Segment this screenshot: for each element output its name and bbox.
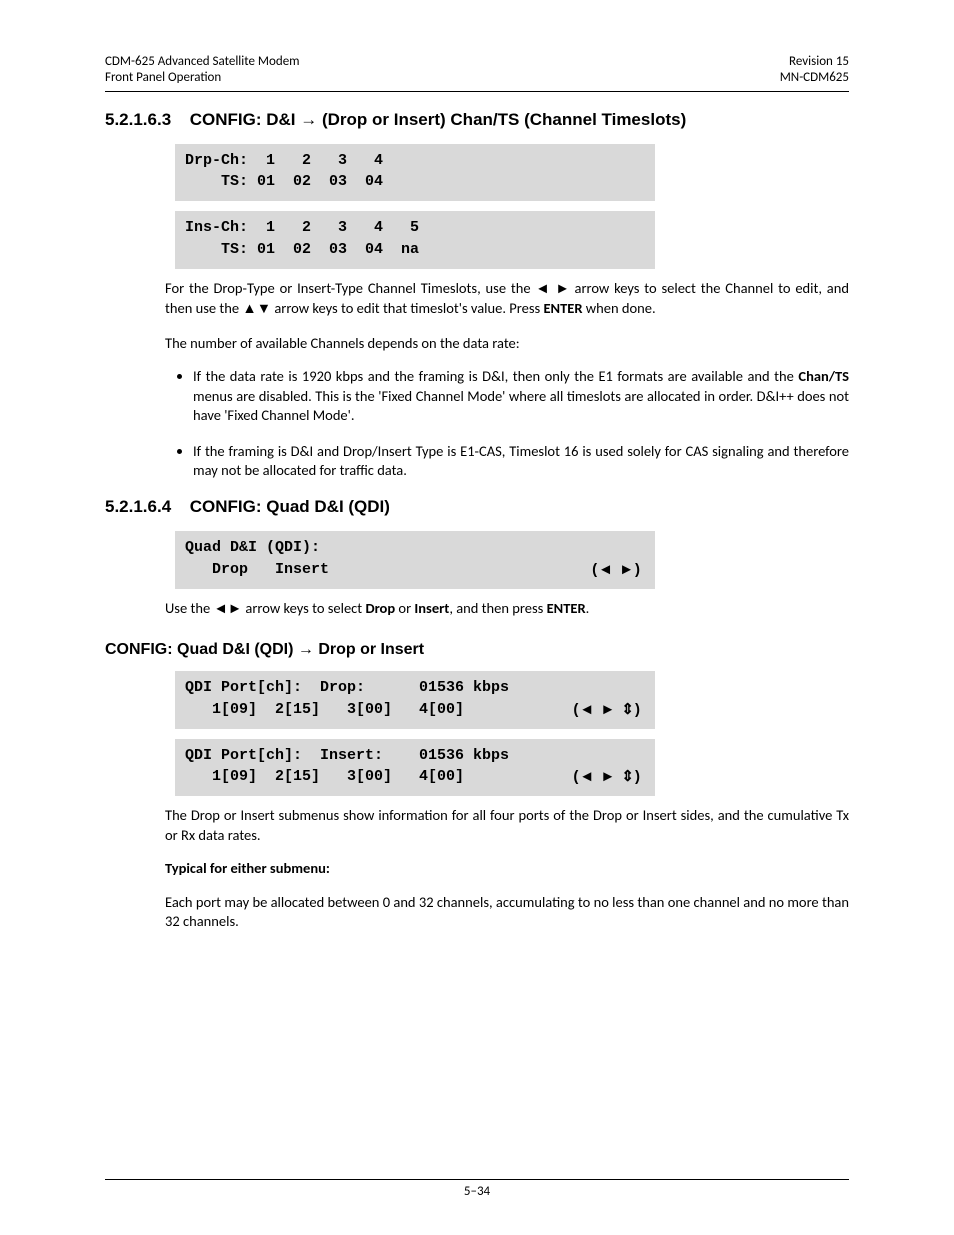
section-title-post: (Drop or Insert) Chan/TS (Channel Timesl… xyxy=(317,110,686,129)
paragraph-typical-label: Typical for either submenu: xyxy=(165,859,849,879)
left-right-arrow-icon: (◄ ►) xyxy=(592,559,641,581)
enter-key-label: ENTER xyxy=(547,599,586,617)
lcd-display-drp: Drp-Ch: 1 2 3 4 TS: 01 02 03 04 xyxy=(175,144,655,202)
enter-key-label: ENTER xyxy=(543,299,582,317)
paragraph-port-allocation: Each port may be allocated between 0 and… xyxy=(165,893,849,932)
header-left: CDM-625 Advanced Satellite Modem Front P… xyxy=(105,54,300,87)
bullet-fixed-channel-mode: If the data rate is 1920 kbps and the fr… xyxy=(193,367,849,426)
header-right-line2: MN-CDM625 xyxy=(780,70,849,86)
page-footer: 5–34 xyxy=(105,1173,849,1200)
header-divider xyxy=(105,91,849,92)
up-down-arrow-icon: ▲▼ xyxy=(242,301,271,317)
section-title: CONFIG: Quad D&I (QDI) xyxy=(190,497,390,516)
chan-ts-label: Chan/TS xyxy=(798,367,849,385)
section-number: 5.2.1.6.4 xyxy=(105,497,185,517)
lcd-display-qdi-insert: QDI Port[ch]: Insert: 01536 kbps 1[09] 2… xyxy=(175,739,655,797)
paragraph-submenu-info: The Drop or Insert submenus show informa… xyxy=(165,806,849,845)
paragraph-drop-insert-select: Use the ◄► arrow keys to select Drop or … xyxy=(165,599,849,620)
nav-arrows-icon: (◄ ► ⇕) xyxy=(573,699,641,721)
section-heading-52163: 5.2.1.6.3 CONFIG: D&I → (Drop or Insert)… xyxy=(105,110,849,130)
header-right: Revision 15 MN-CDM625 xyxy=(780,54,849,87)
lcd-display-qdi: Quad D&I (QDI): Drop Insert(◄ ►) xyxy=(175,531,655,589)
lcd-display-qdi-drop: QDI Port[ch]: Drop: 01536 kbps 1[09] 2[1… xyxy=(175,671,655,729)
footer-divider xyxy=(105,1179,849,1180)
paragraph-timeslot-instructions: For the Drop-Type or Insert-Type Channel… xyxy=(165,279,849,320)
header-left-line2: Front Panel Operation xyxy=(105,70,300,86)
right-arrow-icon: → xyxy=(300,110,317,129)
drop-label: Drop xyxy=(365,599,395,617)
page-number: 5–34 xyxy=(464,1184,490,1199)
page: CDM-625 Advanced Satellite Modem Front P… xyxy=(0,0,954,1235)
bullet-list: If the data rate is 1920 kbps and the fr… xyxy=(165,367,849,481)
section-heading-52164: 5.2.1.6.4 CONFIG: Quad D&I (QDI) xyxy=(105,497,849,517)
section-number: 5.2.1.6.3 xyxy=(105,110,185,130)
left-right-arrow-icon: ◄► xyxy=(213,601,242,617)
nav-arrows-icon: (◄ ► ⇕) xyxy=(573,766,641,788)
header-right-line1: Revision 15 xyxy=(780,54,849,70)
sub-heading-drop-or-insert: CONFIG: Quad D&I (QDI) → Drop or Insert xyxy=(105,641,849,659)
insert-label: Insert xyxy=(414,599,449,617)
paragraph-channel-count: The number of available Channels depends… xyxy=(165,334,849,354)
section-title-pre: CONFIG: D&I xyxy=(190,110,301,129)
bullet-e1-cas: If the framing is D&I and Drop/Insert Ty… xyxy=(193,442,849,481)
right-arrow-icon: → xyxy=(298,641,314,658)
lcd-display-ins: Ins-Ch: 1 2 3 4 5 TS: 01 02 03 04 na xyxy=(175,211,655,269)
page-header: CDM-625 Advanced Satellite Modem Front P… xyxy=(105,54,849,87)
left-right-arrow-icon: ◄ ► xyxy=(535,281,569,297)
header-left-line1: CDM-625 Advanced Satellite Modem xyxy=(105,54,300,70)
